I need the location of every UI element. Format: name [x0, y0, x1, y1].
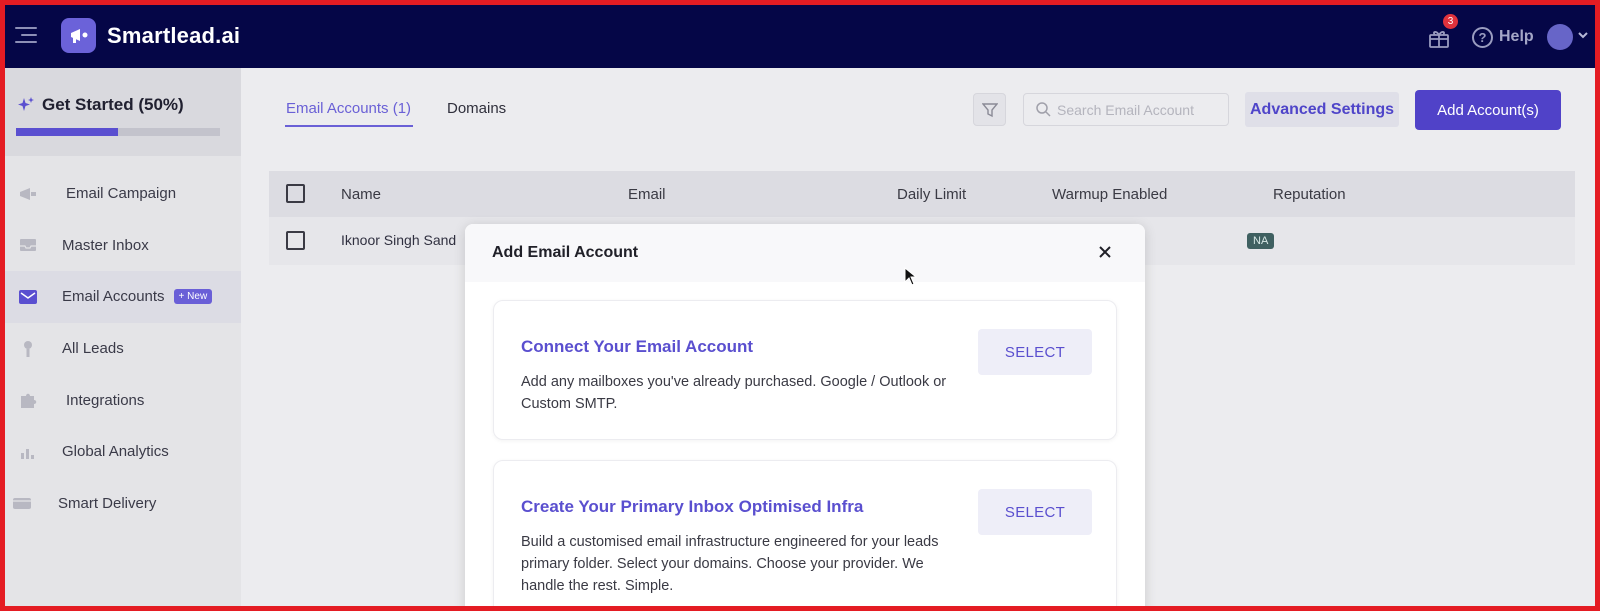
active-tab-indicator	[285, 125, 413, 127]
sidebar-item-master-inbox[interactable]: Master Inbox	[5, 220, 241, 272]
select-button[interactable]: SELECT	[978, 489, 1092, 535]
mail-icon	[17, 288, 39, 306]
card-title: Connect Your Email Account	[521, 337, 754, 356]
advanced-settings-button[interactable]: Advanced Settings	[1245, 92, 1399, 127]
sidebar-item-smart-delivery[interactable]: Smart Delivery	[5, 478, 241, 530]
sidebar-item-label: All Leads	[62, 340, 124, 358]
screenshot-frame: Smartlead.ai 3 ? Help Get Started (50%) …	[0, 0, 1600, 611]
help-icon[interactable]: ?	[1472, 27, 1493, 48]
sidebar-nav: Email Campaign Master Inbox Email Accoun…	[5, 168, 241, 529]
top-bar: Smartlead.ai 3 ? Help	[5, 5, 1595, 68]
sidebar: Get Started (50%) Email Campaign Master …	[5, 68, 241, 606]
sidebar-item-label: Smart Delivery	[58, 494, 157, 512]
avatar[interactable]	[1547, 24, 1573, 50]
sidebar-item-label: Email Campaign	[66, 185, 177, 203]
search-icon	[1036, 102, 1051, 117]
table-header: Name Email Daily Limit Warmup Enabled Re…	[269, 171, 1575, 217]
new-badge: + New	[173, 289, 213, 305]
create-infra-card[interactable]: Create Your Primary Inbox Optimised Infr…	[493, 460, 1117, 606]
row-name: Iknoor Singh Sand	[341, 232, 457, 248]
inbox-icon	[17, 236, 39, 254]
app: Smartlead.ai 3 ? Help Get Started (50%) …	[5, 5, 1595, 606]
notification-badge: 3	[1443, 14, 1458, 29]
chevron-down-icon[interactable]	[1577, 29, 1591, 43]
menu-icon[interactable]	[15, 27, 37, 47]
card-title: Create Your Primary Inbox Optimised Infr…	[521, 497, 864, 516]
tab-bar: Email Accounts (1) Domains Search Email …	[241, 68, 1595, 148]
puzzle-icon	[17, 391, 39, 409]
sidebar-item-label: Global Analytics	[62, 443, 169, 461]
card-description: Add any mailboxes you've already purchas…	[521, 374, 947, 412]
progress-bar-fill	[16, 128, 118, 136]
sidebar-item-integrations[interactable]: Integrations	[5, 374, 241, 426]
search-input[interactable]: Search Email Account	[1023, 93, 1229, 126]
sidebar-item-label: Integrations	[66, 391, 145, 409]
leads-icon	[17, 340, 39, 358]
tab-domains[interactable]: Domains	[447, 100, 506, 117]
column-header-reputation[interactable]: Reputation	[1273, 186, 1346, 203]
logo-icon	[61, 18, 96, 53]
modal-header: Add Email Account	[465, 224, 1145, 282]
gift-icon[interactable]	[1427, 26, 1451, 50]
bar-chart-icon	[17, 443, 39, 461]
tab-email-accounts[interactable]: Email Accounts (1)	[286, 100, 411, 117]
add-email-account-modal: Add Email Account Connect Your Email Acc…	[465, 224, 1145, 606]
sidebar-item-email-accounts[interactable]: Email Accounts + New	[5, 271, 241, 323]
search-placeholder: Search Email Account	[1057, 101, 1194, 118]
sidebar-item-global-analytics[interactable]: Global Analytics	[5, 426, 241, 478]
sparkle-icon	[17, 96, 35, 114]
app-name[interactable]: Smartlead.ai	[107, 23, 240, 49]
column-header-email[interactable]: Email	[628, 186, 666, 203]
filter-button[interactable]	[973, 93, 1006, 126]
reputation-badge: NA	[1247, 233, 1275, 249]
help-link[interactable]: Help	[1499, 28, 1534, 46]
close-icon[interactable]	[1093, 240, 1117, 264]
sidebar-item-label: Email Accounts	[62, 288, 165, 306]
modal-title: Add Email Account	[492, 244, 639, 261]
progress-bar	[16, 128, 220, 136]
megaphone-icon	[17, 185, 39, 203]
filter-icon	[981, 102, 998, 117]
get-started-panel[interactable]: Get Started (50%)	[5, 68, 241, 156]
select-all-checkbox[interactable]	[286, 184, 305, 203]
get-started-title: Get Started (50%)	[42, 95, 184, 114]
column-header-daily-limit[interactable]: Daily Limit	[897, 186, 966, 203]
card-description: Build a customised email infrastructure …	[521, 534, 939, 594]
column-header-name[interactable]: Name	[341, 186, 381, 203]
delivery-icon	[11, 494, 33, 512]
add-account-button[interactable]: Add Account(s)	[1415, 90, 1561, 130]
column-header-warmup-enabled[interactable]: Warmup Enabled	[1052, 186, 1167, 203]
sidebar-item-all-leads[interactable]: All Leads	[5, 323, 241, 375]
row-checkbox[interactable]	[286, 231, 305, 250]
sidebar-item-email-campaign[interactable]: Email Campaign	[5, 168, 241, 220]
sidebar-item-label: Master Inbox	[62, 236, 149, 254]
connect-email-account-card[interactable]: Connect Your Email Account Add any mailb…	[493, 300, 1117, 440]
select-button[interactable]: SELECT	[978, 329, 1092, 375]
mouse-cursor-icon	[904, 266, 918, 287]
